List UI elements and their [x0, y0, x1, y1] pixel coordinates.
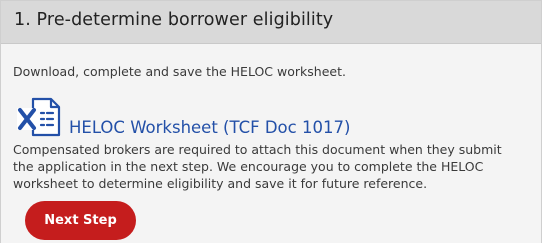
section-title: 1. Pre-determine borrower eligibility [14, 10, 334, 30]
intro-text: Download, complete and save the HELOC wo… [13, 64, 346, 79]
description-line: the application in the next step. We enc… [13, 159, 484, 174]
excel-file-icon[interactable] [13, 96, 63, 138]
heloc-worksheet-link[interactable]: HELOC Worksheet (TCF Doc 1017) [69, 118, 350, 137]
description-line: worksheet to determine eligibility and s… [13, 176, 428, 191]
section-header: 1. Pre-determine borrower eligibility [1, 1, 541, 44]
description-text: Compensated brokers are required to atta… [13, 141, 533, 192]
description-line: Compensated brokers are required to atta… [13, 142, 502, 157]
eligibility-panel: 1. Pre-determine borrower eligibility Do… [0, 0, 542, 243]
next-step-button[interactable]: Next Step [25, 201, 136, 240]
